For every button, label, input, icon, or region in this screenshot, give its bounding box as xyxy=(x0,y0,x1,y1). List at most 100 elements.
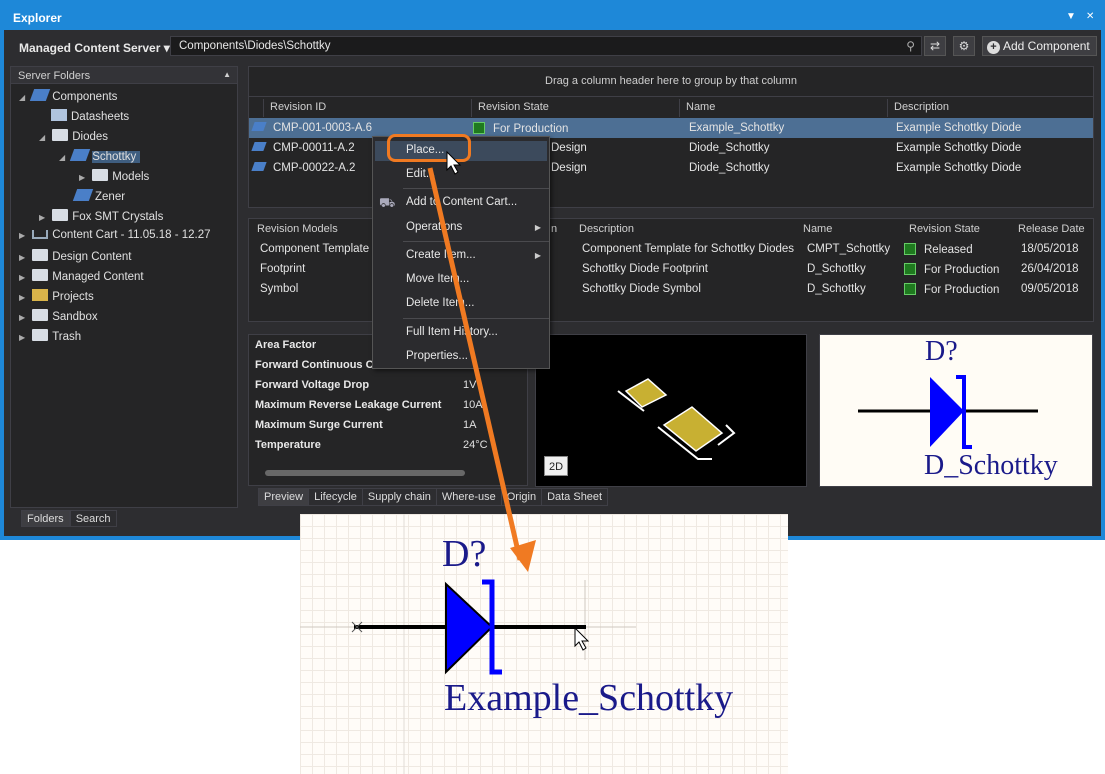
tab-folders[interactable]: Folders xyxy=(21,510,70,527)
tree-item-fox-smt-crystals[interactable]: ▶ Fox SMT Crystals xyxy=(39,209,163,227)
search-icon[interactable]: ⚲ xyxy=(906,39,915,53)
param-label: Area Factor xyxy=(255,339,317,351)
expand-icon[interactable]: ◢ xyxy=(59,153,69,162)
tree-item-components[interactable]: ◢ Components xyxy=(19,89,117,107)
folder-icon xyxy=(52,209,69,221)
tree-label: Datasheets xyxy=(71,111,130,123)
settings-button[interactable]: ⚙ xyxy=(953,36,975,56)
expand-icon[interactable]: ◢ xyxy=(39,133,49,142)
column-revision-id[interactable]: Revision ID xyxy=(263,99,471,117)
column-revision-state[interactable]: Revision State xyxy=(903,222,986,238)
cell-description: Example Schottky Diode xyxy=(896,162,1022,174)
cell-revision-state: Design xyxy=(551,162,587,174)
cell-name: D_Schottky xyxy=(807,283,866,295)
title-bar: Explorer ▼ ✕ xyxy=(0,0,1105,30)
expand-icon[interactable]: ▶ xyxy=(39,213,49,222)
cell-description: Example Schottky Diode xyxy=(896,142,1022,154)
menu-item-operations[interactable]: Operations xyxy=(406,221,462,233)
folder-icon xyxy=(32,329,49,341)
submenu-arrow-icon: ▶ xyxy=(534,223,541,232)
cell-revision-state: Design xyxy=(551,142,587,154)
tree-item-schottky[interactable]: ◢ Schottky xyxy=(59,149,141,167)
state-indicator-icon xyxy=(904,283,916,295)
tree-item-trash[interactable]: ▶ Trash xyxy=(19,329,81,347)
tab-origin[interactable]: Origin xyxy=(500,488,543,506)
cell-revision-state: For Production xyxy=(493,123,569,135)
cell-revision-id: CMP-00022-A.2 xyxy=(273,162,356,174)
column-revision-models[interactable]: Revision Models xyxy=(251,222,344,238)
tab-where-used[interactable]: Where-use xyxy=(435,488,502,506)
add-component-button[interactable]: + Add Component xyxy=(982,36,1097,56)
view-2d-button[interactable]: 2D xyxy=(544,456,568,476)
param-label: Forward Voltage Drop xyxy=(255,379,370,391)
path-input[interactable]: Components\Diodes\Schottky ⚲ xyxy=(170,36,922,56)
context-menu: Place... Edit... ⛟ Add to Content Cart..… xyxy=(372,136,550,369)
tree-item-projects[interactable]: ▶ Projects xyxy=(19,289,94,307)
tree-item-models[interactable]: ▶ Models xyxy=(79,169,149,187)
component-icon xyxy=(251,142,267,151)
scrollbar-thumb[interactable] xyxy=(265,470,465,476)
server-dropdown[interactable]: Managed Content Server ▾ xyxy=(19,41,170,55)
column-name[interactable]: Name xyxy=(679,99,887,117)
projects-icon xyxy=(32,289,49,301)
tree-item-content-cart[interactable]: ▶ Content Cart - 11.05.18 - 12.27 xyxy=(19,229,211,247)
param-label: Maximum Reverse Leakage Current xyxy=(255,399,442,411)
menu-item-add-to-content-cart[interactable]: Add to Content Cart... xyxy=(406,196,517,208)
tree-item-sandbox[interactable]: ▶ Sandbox xyxy=(19,309,98,327)
expand-icon[interactable]: ◢ xyxy=(19,93,29,102)
cell-release-date: 26/04/2018 xyxy=(1021,263,1079,275)
folder-icon xyxy=(92,169,109,181)
state-indicator-icon xyxy=(904,263,916,275)
collapse-icon[interactable]: ▲ xyxy=(223,70,231,79)
tree-label: Components xyxy=(52,91,118,103)
tree-item-datasheets[interactable]: Datasheets xyxy=(51,109,129,127)
expand-icon[interactable]: ▶ xyxy=(19,231,29,240)
folder-icon xyxy=(52,129,69,141)
tree-item-zener[interactable]: Zener xyxy=(72,189,126,207)
tab-supply-chain[interactable]: Supply chain xyxy=(361,488,437,506)
table-row[interactable]: CMP-001-0003-A.6 For Production Example_… xyxy=(249,118,1093,138)
menu-separator xyxy=(403,318,549,319)
column-revision-state[interactable]: Revision State xyxy=(471,99,679,117)
menu-item-delete-item[interactable]: Delete Item... xyxy=(406,297,474,309)
pin-icon[interactable]: ▼ xyxy=(1066,11,1076,22)
close-icon[interactable]: ✕ xyxy=(1086,11,1094,22)
cell-name: CMPT_Schottky xyxy=(807,243,891,255)
tab-lifecycle[interactable]: Lifecycle xyxy=(308,488,363,506)
column-description[interactable]: Description xyxy=(573,222,640,238)
expand-icon[interactable]: ▶ xyxy=(19,273,29,282)
cell-name: Diode_Schottky xyxy=(689,142,770,154)
symbol-designator: D? xyxy=(925,336,958,367)
menu-item-create-item[interactable]: Create Item... xyxy=(406,249,476,261)
tab-search[interactable]: Search xyxy=(69,510,117,527)
tab-data-sheet[interactable]: Data Sheet xyxy=(541,488,609,506)
column-name[interactable]: Name xyxy=(797,222,838,238)
refresh-button[interactable]: ⇄ xyxy=(924,36,946,56)
panel-header: Server Folders ▲ xyxy=(11,67,237,84)
horizontal-scrollbar[interactable] xyxy=(255,469,521,477)
cell-revision-state: For Production xyxy=(924,264,1000,276)
expand-icon[interactable]: ▶ xyxy=(79,173,89,182)
param-value: 24°C xyxy=(463,439,488,451)
column-release-date[interactable]: Release Date xyxy=(1012,222,1091,238)
expand-icon[interactable]: ▶ xyxy=(19,313,29,322)
tree-item-managed-content[interactable]: ▶ Managed Content xyxy=(19,269,144,287)
footprint-preview[interactable]: 2D xyxy=(535,334,807,487)
menu-item-move-item[interactable]: Move Item... xyxy=(406,273,469,285)
expand-icon[interactable]: ▶ xyxy=(19,333,29,342)
schematic-canvas[interactable] xyxy=(300,514,788,774)
expand-icon[interactable]: ▶ xyxy=(19,293,29,302)
menu-item-properties[interactable]: Properties... xyxy=(406,350,468,362)
expand-icon[interactable]: ▶ xyxy=(19,253,29,262)
footprint-pad xyxy=(662,406,724,452)
tree-item-diodes[interactable]: ◢ Diodes xyxy=(39,129,108,147)
tree-label: Zener xyxy=(95,191,126,203)
path-text: Components\Diodes\Schottky xyxy=(179,40,331,52)
tree-item-design-content[interactable]: ▶ Design Content xyxy=(19,249,131,267)
column-description[interactable]: Description xyxy=(887,99,1093,117)
menu-item-full-item-history[interactable]: Full Item History... xyxy=(406,326,498,338)
cell-description: Schottky Diode Symbol xyxy=(582,283,701,295)
tab-preview[interactable]: Preview xyxy=(258,488,310,506)
menu-item-edit[interactable]: Edit... xyxy=(406,168,435,180)
cell-description: Example Schottky Diode xyxy=(896,122,1022,134)
